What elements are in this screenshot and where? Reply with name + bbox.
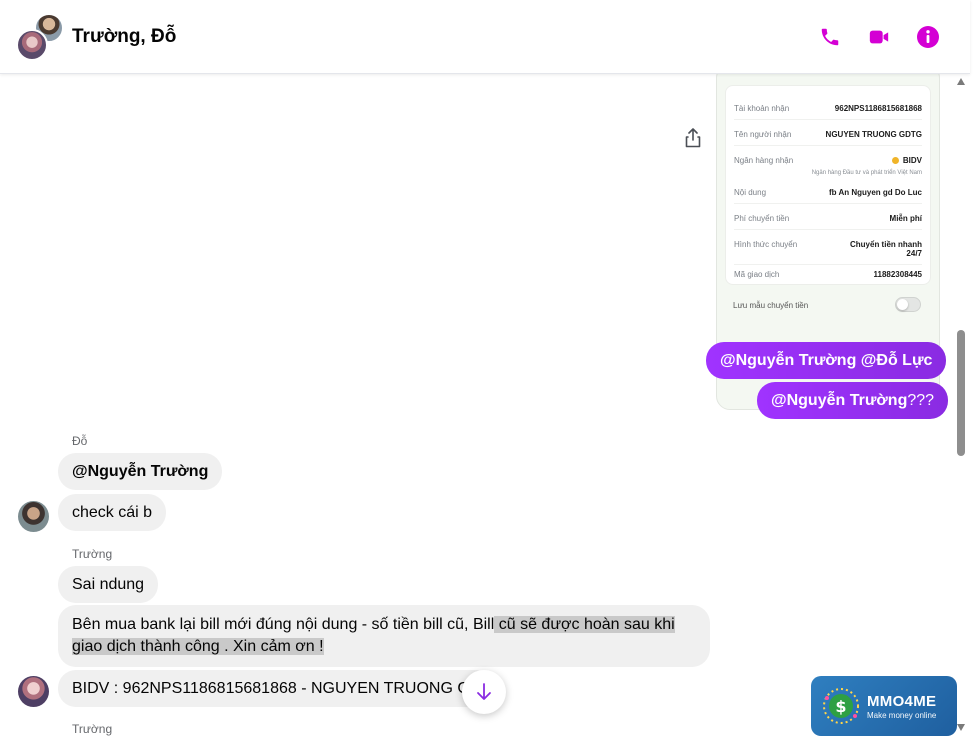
avatar[interactable]	[18, 676, 49, 707]
receipt-row: Phí chuyển tiền Miễn phí	[734, 214, 922, 230]
share-icon	[685, 128, 701, 148]
receipt-row: Tài khoản nhận 962NPS1186815681868	[734, 104, 922, 120]
video-icon	[869, 30, 888, 43]
receipt-row: Hình thức chuyển Chuyển tiền nhanh 24/7	[734, 240, 922, 265]
scroll-down-arrow-icon[interactable]	[957, 724, 965, 731]
incoming-message[interactable]: @Nguyễn Trường	[58, 453, 223, 490]
info-button[interactable]	[915, 24, 940, 49]
scrollbar-thumb[interactable]	[957, 330, 965, 456]
avatar[interactable]	[18, 501, 49, 532]
incoming-message[interactable]: Sai ndung	[58, 566, 159, 603]
sender-name: Trường	[72, 722, 113, 736]
bank-full-name: Ngân hàng Đầu tư và phát triển Việt Nam	[811, 170, 922, 176]
watermark-title: MMO4ME	[867, 692, 937, 710]
arrow-down-icon	[477, 683, 491, 700]
phone-icon	[821, 28, 838, 45]
receipt-row: Mã giao dịch 11882308445	[734, 270, 922, 279]
sender-name: Trường	[72, 547, 113, 561]
receipt-row: Tên người nhận NGUYEN TRUONG GDTG	[734, 130, 922, 146]
incoming-message[interactable]: check cái b	[58, 494, 167, 531]
chat-title[interactable]: Trường, Đỗ	[72, 26, 176, 48]
chat-window: Trường, Đỗ Tài khoản nhận 962NPS11868156…	[0, 0, 974, 749]
header-actions	[817, 24, 940, 49]
scroll-up-arrow-icon[interactable]	[957, 78, 965, 85]
bidv-logo-icon	[891, 157, 899, 165]
group-avatar[interactable]	[16, 12, 64, 61]
dollar-logo-icon: $	[819, 684, 863, 728]
share-button[interactable]	[684, 128, 704, 150]
mmo4me-watermark: $ MMO4ME Make money online	[811, 676, 957, 736]
incoming-message[interactable]: BIDV : 962NPS1186815681868 - NGUYEN TRUO…	[58, 670, 494, 707]
receipt-row: Ngân hàng nhận BIDV	[734, 156, 922, 165]
sender-name: Đỗ	[72, 434, 88, 448]
video-call-button[interactable]	[866, 24, 891, 49]
message-thread: Tài khoản nhận 962NPS1186815681868 Tên n…	[0, 74, 952, 749]
save-template-toggle	[895, 297, 921, 312]
incoming-message[interactable]: Bên mua bank lại bill mới đúng nội dung …	[58, 605, 710, 667]
save-template-label: Lưu mẫu chuyển tiền	[733, 301, 809, 310]
avatar	[16, 28, 48, 61]
watermark-subtitle: Make money online	[867, 710, 937, 720]
info-icon	[916, 25, 939, 48]
outgoing-message[interactable]: @Nguyễn Trường @Đỗ Lực	[706, 342, 947, 379]
outgoing-message[interactable]: @Nguyễn Trường???	[757, 382, 949, 419]
receipt-row: Nội dung fb An Nguyen gd Do Luc	[734, 188, 922, 204]
scrollbar[interactable]	[954, 74, 968, 749]
scroll-to-bottom-button[interactable]	[462, 670, 506, 714]
svg-text:$: $	[835, 697, 846, 716]
chat-header: Trường, Đỗ	[0, 0, 970, 74]
receipt-details: Tài khoản nhận 962NPS1186815681868 Tên n…	[725, 85, 931, 285]
voice-call-button[interactable]	[817, 24, 842, 49]
